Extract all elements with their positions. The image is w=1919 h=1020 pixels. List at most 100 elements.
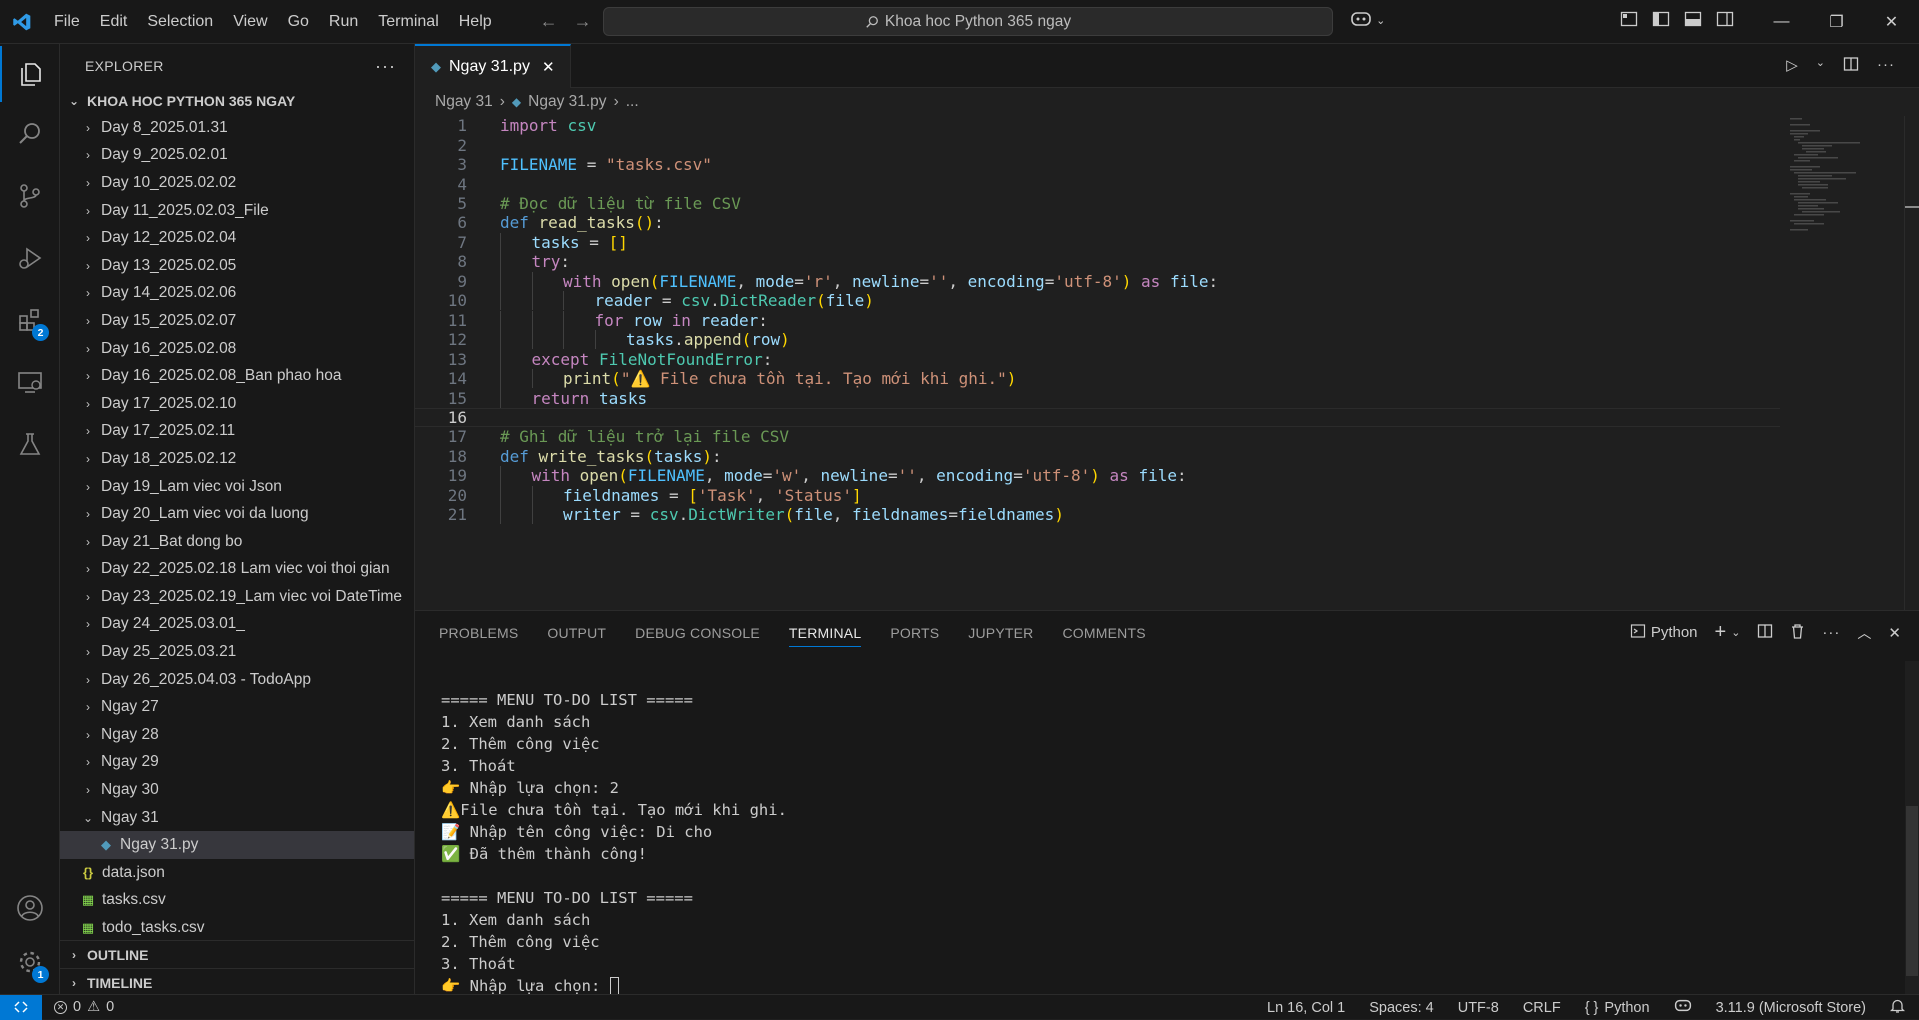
language-mode[interactable]: { } Python xyxy=(1585,1000,1650,1016)
code-editor[interactable]: 1 import csv 2 3 FILENAME = "tasks.csv" 4 5 # Đ… xyxy=(415,116,1780,610)
tab-ports[interactable]: PORTS xyxy=(890,625,939,647)
forward-arrow-icon[interactable]: → xyxy=(574,11,592,32)
breadcrumb-folder[interactable]: Ngay 31 xyxy=(435,93,493,111)
tree-folder[interactable]: › Ngay 28 xyxy=(60,721,414,749)
tree-folder[interactable]: › Day 17_2025.02.10 xyxy=(60,390,414,418)
tree-folder[interactable]: › Day 22_2025.02.18 Lam viec voi thoi gia… xyxy=(60,556,414,584)
cursor-position[interactable]: Ln 16, Col 1 xyxy=(1267,1000,1345,1016)
close-icon[interactable]: ✕ xyxy=(542,58,555,76)
maximize-panel-icon[interactable]: ︿ xyxy=(1857,623,1871,643)
menu-file[interactable]: File xyxy=(44,0,90,44)
notifications-bell-icon[interactable] xyxy=(1889,998,1906,1018)
run-python-file-icon[interactable]: ▷ xyxy=(1786,56,1798,76)
tree-folder[interactable]: › Day 23_2025.02.19_Lam viec voi DateTime xyxy=(60,583,414,611)
settings-gear-icon[interactable]: 1 xyxy=(0,934,60,990)
menu-help[interactable]: Help xyxy=(449,0,502,44)
indentation[interactable]: Spaces: 4 xyxy=(1369,1000,1434,1016)
tree-folder[interactable]: › Day 18_2025.02.12 xyxy=(60,445,414,473)
close-panel-icon[interactable]: ✕ xyxy=(1888,624,1901,642)
timeline-section[interactable]: › TIMELINE xyxy=(60,969,414,996)
terminal-scrollbar[interactable] xyxy=(1905,661,1919,995)
menu-edit[interactable]: Edit xyxy=(90,0,138,44)
split-terminal-icon[interactable] xyxy=(1757,623,1773,643)
remote-explorer-icon[interactable] xyxy=(0,354,60,410)
tab-terminal[interactable]: TERMINAL xyxy=(788,625,862,647)
tree-folder[interactable]: › Day 24_2025.03.01_ xyxy=(60,611,414,639)
menu-view[interactable]: View xyxy=(223,0,277,44)
menu-selection[interactable]: Selection xyxy=(137,0,223,44)
tab-ngay-31-py[interactable]: ◆ Ngay 31.py ✕ xyxy=(415,44,571,88)
tree-folder[interactable]: › Day 26_2025.04.03 - TodoApp xyxy=(60,666,414,694)
tree-folder[interactable]: › Day 8_2025.01.31 xyxy=(60,114,414,142)
tree-folder[interactable]: › Ngay 29 xyxy=(60,749,414,777)
breadcrumb-symbol[interactable]: ... xyxy=(626,93,639,111)
tree-file[interactable]: ▦ todo_tasks.csv xyxy=(60,914,414,942)
tree-file[interactable]: {} data.json xyxy=(60,859,414,887)
tree-folder[interactable]: › Day 10_2025.02.02 xyxy=(60,169,414,197)
tab-problems[interactable]: PROBLEMS xyxy=(439,625,518,647)
accounts-icon[interactable] xyxy=(0,880,60,936)
tree-folder[interactable]: › Ngay 30 xyxy=(60,776,414,804)
file-encoding[interactable]: UTF-8 xyxy=(1458,1000,1499,1016)
tree-folder[interactable]: › Day 12_2025.02.04 xyxy=(60,224,414,252)
menu-terminal[interactable]: Terminal xyxy=(368,0,448,44)
end-of-line[interactable]: CRLF xyxy=(1523,1000,1561,1016)
chevron-down-icon[interactable]: ⌄ xyxy=(1376,15,1385,27)
explorer-icon[interactable] xyxy=(0,46,60,102)
tab-output[interactable]: OUTPUT xyxy=(547,625,606,647)
tree-folder[interactable]: › Day 11_2025.02.03_File xyxy=(60,197,414,225)
tree-folder[interactable]: › Day 14_2025.02.06 xyxy=(60,280,414,308)
tree-folder[interactable]: › Ngay 27 xyxy=(60,693,414,721)
workspace-root[interactable]: ⌄ KHOA HOC PYTHON 365 NGAY xyxy=(60,89,414,113)
testing-icon[interactable] xyxy=(0,416,60,472)
source-control-icon[interactable] xyxy=(0,168,60,224)
tree-folder[interactable]: › Day 15_2025.02.07 xyxy=(60,307,414,335)
restore-icon[interactable]: ❐ xyxy=(1809,0,1864,44)
tree-folder[interactable]: › Day 21_Bat dong bo xyxy=(60,528,414,556)
chevron-down-icon[interactable]: ⌄ xyxy=(1816,56,1825,76)
back-arrow-icon[interactable]: ← xyxy=(540,11,558,32)
run-debug-icon[interactable] xyxy=(0,230,60,286)
tree-folder[interactable]: › Day 9_2025.02.01 xyxy=(60,142,414,170)
chevron-down-icon[interactable]: ⌄ xyxy=(1731,626,1740,639)
terminal-output[interactable]: ===== MENU TO-DO LIST ===== 1. Xem danh s… xyxy=(441,667,787,997)
trash-icon[interactable] xyxy=(1790,623,1805,643)
split-editor-icon[interactable] xyxy=(1843,56,1859,76)
python-interpreter[interactable]: 3.11.9 (Microsoft Store) xyxy=(1716,1000,1866,1016)
tab-comments[interactable]: COMMENTS xyxy=(1062,625,1145,647)
more-actions-icon[interactable]: ··· xyxy=(1822,624,1840,641)
customize-layout-icon[interactable] xyxy=(1620,10,1638,32)
search-icon[interactable] xyxy=(0,106,60,162)
command-center-search[interactable]: Khoa hoc Python 365 ngay xyxy=(603,7,1333,36)
toggle-panel-icon[interactable] xyxy=(1684,10,1702,32)
toggle-secondary-sidebar-icon[interactable] xyxy=(1716,10,1734,32)
tree-folder[interactable]: › Day 16_2025.02.08 xyxy=(60,335,414,363)
tree-folder[interactable]: › Day 25_2025.03.21 xyxy=(60,638,414,666)
new-terminal-icon[interactable]: + xyxy=(1715,621,1727,644)
editor-scrollbar[interactable] xyxy=(1904,116,1919,610)
tree-folder[interactable]: › Day 20_Lam viec voi da luong xyxy=(60,500,414,528)
remote-window-icon[interactable] xyxy=(0,994,42,1020)
tree-file[interactable]: ▦ tasks.csv xyxy=(60,887,414,915)
tree-file-selected[interactable]: ◆ Ngay 31.py xyxy=(60,831,414,860)
tree-folder[interactable]: › Day 13_2025.02.05 xyxy=(60,252,414,280)
tab-debug-console[interactable]: DEBUG CONSOLE xyxy=(635,625,760,647)
extensions-icon[interactable]: 2 xyxy=(0,292,60,348)
outline-section[interactable]: › OUTLINE xyxy=(60,941,414,968)
toggle-primary-sidebar-icon[interactable] xyxy=(1652,10,1670,32)
copilot-status-icon[interactable] xyxy=(1674,998,1692,1017)
breadcrumb-file[interactable]: Ngay 31.py xyxy=(528,93,606,111)
tree-folder[interactable]: › Day 19_Lam viec voi Json xyxy=(60,473,414,501)
menu-run[interactable]: Run xyxy=(319,0,368,44)
tree-folder[interactable]: › Day 17_2025.02.11 xyxy=(60,418,414,446)
minimize-icon[interactable]: — xyxy=(1754,0,1809,44)
tree-folder[interactable]: › Day 16_2025.02.08_Ban phao hoa xyxy=(60,362,414,390)
terminal-shell-label[interactable]: Python xyxy=(1651,624,1698,641)
minimap[interactable] xyxy=(1780,116,1904,610)
tab-jupyter[interactable]: JUPYTER xyxy=(968,625,1033,647)
copilot-icon[interactable]: ⌄ xyxy=(1350,10,1385,32)
menu-go[interactable]: Go xyxy=(278,0,319,44)
problems-status[interactable]: ✕ 0 ⚠ 0 xyxy=(42,999,114,1015)
close-icon[interactable]: ✕ xyxy=(1864,0,1919,44)
more-actions-icon[interactable]: ··· xyxy=(375,56,396,77)
